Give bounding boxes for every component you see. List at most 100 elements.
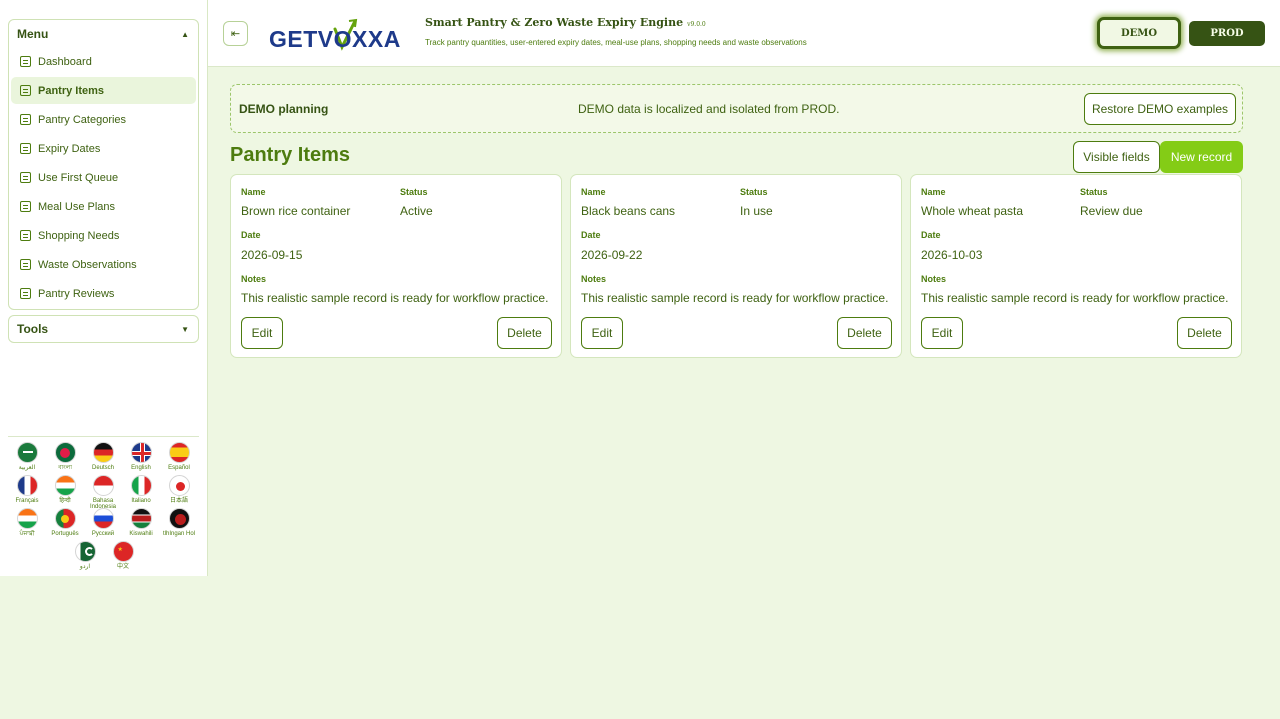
prod-mode-button[interactable]: PROD [1189,21,1265,46]
sidebar-item-label: Use First Queue [38,171,119,184]
sidebar-item-label: Shopping Needs [38,229,120,242]
sidebar-item-meal-use-plans[interactable]: Meal Use Plans [11,193,196,220]
sidebar-item-label: Pantry Items [38,84,105,97]
language-punjabi[interactable]: ਪੰਜਾਬੀ [8,508,46,546]
russia-flag-icon [92,508,114,529]
delete-button[interactable]: Delete [837,317,892,349]
visible-fields-button[interactable]: Visible fields [1073,141,1160,173]
language-label: हिन्दी [59,498,71,504]
logo-text: GETVOXXA [269,26,401,52]
app-subtitle: Track pantry quantities, user-entered ex… [425,38,807,47]
app-title: Smart Pantry & Zero Waste Expiry Engine v… [425,16,706,29]
language-label: 日本語 [169,498,188,504]
sidebar-item-shopping-needs[interactable]: Shopping Needs [11,222,196,249]
sidebar-item-use-first-queue[interactable]: Use First Queue [11,164,196,191]
language-chinese[interactable]: ★ 中文 [104,541,142,579]
document-icon [20,230,31,241]
document-icon [20,288,31,299]
language-klingon[interactable]: tlhIngan Hol [160,508,198,546]
sidebar-item-expiry-dates[interactable]: Expiry Dates [11,135,196,162]
italy-flag-icon [130,475,152,496]
status-label: Status [400,187,428,197]
sidebar-item-pantry-categories[interactable]: Pantry Categories [11,106,196,133]
sidebar: Menu ▲ Dashboard Pantry Items Pantry Cat… [0,0,208,576]
saudi-arabia-flag-icon [16,442,38,463]
document-icon [20,143,31,154]
record-date: 2026-09-22 [581,248,643,262]
language-label: English [131,465,151,471]
bangladesh-flag-icon [54,442,76,463]
language-label: اردو [79,564,91,570]
banner-title: DEMO planning [239,102,329,116]
edit-button[interactable]: Edit [581,317,623,349]
top-header: ⇤ GETVOXXA Smart Pantry & Zero Waste Exp… [208,0,1280,67]
collapse-menu-icon: ⇤ [230,28,241,40]
divider [8,436,199,437]
punjab-flag-icon [16,508,38,529]
document-icon [20,56,31,67]
banner-message: DEMO data is localized and isolated from… [578,102,840,116]
language-label: বাংলা [58,465,72,471]
record-date: 2026-09-15 [241,248,303,262]
name-label: Name [581,187,606,197]
app-version: v9.0.0 [687,21,706,28]
sidebar-item-dashboard[interactable]: Dashboard [11,48,196,75]
new-record-button[interactable]: New record [1160,141,1243,173]
edit-button[interactable]: Edit [241,317,283,349]
germany-flag-icon [92,442,114,463]
demo-mode-button[interactable]: DEMO [1097,17,1181,49]
tools-header[interactable]: Tools ▼ [8,315,199,343]
spain-flag-icon [168,442,190,463]
name-label: Name [921,187,946,197]
sidebar-toggle-button[interactable]: ⇤ [223,21,248,46]
language-label: العربية [18,465,36,471]
status-label: Status [740,187,768,197]
indonesia-flag-icon [92,475,114,496]
language-label: Español [168,465,190,471]
restore-demo-button[interactable]: Restore DEMO examples [1084,93,1236,125]
delete-button[interactable]: Delete [1177,317,1232,349]
portugal-flag-icon [54,508,76,529]
app-title-text: Smart Pantry & Zero Waste Expiry Engine [425,16,684,29]
language-label: 中文 [116,564,129,570]
notes-label: Notes [581,274,607,284]
language-label: Français [15,498,39,504]
language-label: tlhIngan Hol [162,531,196,537]
sidebar-item-label: Dashboard [38,55,92,68]
sidebar-item-label: Waste Observations [38,258,137,271]
language-label: Português [51,531,79,537]
sidebar-item-waste-observations[interactable]: Waste Observations [11,251,196,278]
india-flag-icon [54,475,76,496]
language-label: Русский [91,531,115,537]
sidebar-item-label: Expiry Dates [38,142,101,155]
language-label: Italiano [131,498,151,504]
sidebar-item-pantry-reviews[interactable]: Pantry Reviews [11,280,196,307]
pakistan-flag-icon [74,541,96,562]
language-urdu[interactable]: اردو [66,541,104,579]
name-label: Name [241,187,266,197]
notes-label: Notes [241,274,267,284]
date-label: Date [921,230,941,240]
page-title: Pantry Items [230,144,351,166]
chevron-down-icon: ▼ [181,324,189,334]
record-name: Black beans cans [581,204,676,218]
menu-header[interactable]: Menu ▲ [9,20,198,48]
document-icon [20,172,31,183]
notes-label: Notes [921,274,947,284]
china-flag-icon: ★ [112,541,134,562]
record-card: Name Status Brown rice container Active … [230,174,562,358]
kenya-flag-icon [130,508,152,529]
date-label: Date [581,230,601,240]
document-icon [20,114,31,125]
tools-label: Tools [17,322,49,336]
record-status: In use [740,204,773,218]
logo: GETVOXXA [269,17,409,53]
date-label: Date [241,230,261,240]
delete-button[interactable]: Delete [497,317,552,349]
language-label: ਪੰਜਾਬੀ [19,531,35,537]
language-label: Deutsch [91,465,114,471]
sidebar-item-pantry-items[interactable]: Pantry Items [11,77,196,104]
france-flag-icon [16,475,38,496]
edit-button[interactable]: Edit [921,317,963,349]
menu-label: Menu [17,27,49,41]
